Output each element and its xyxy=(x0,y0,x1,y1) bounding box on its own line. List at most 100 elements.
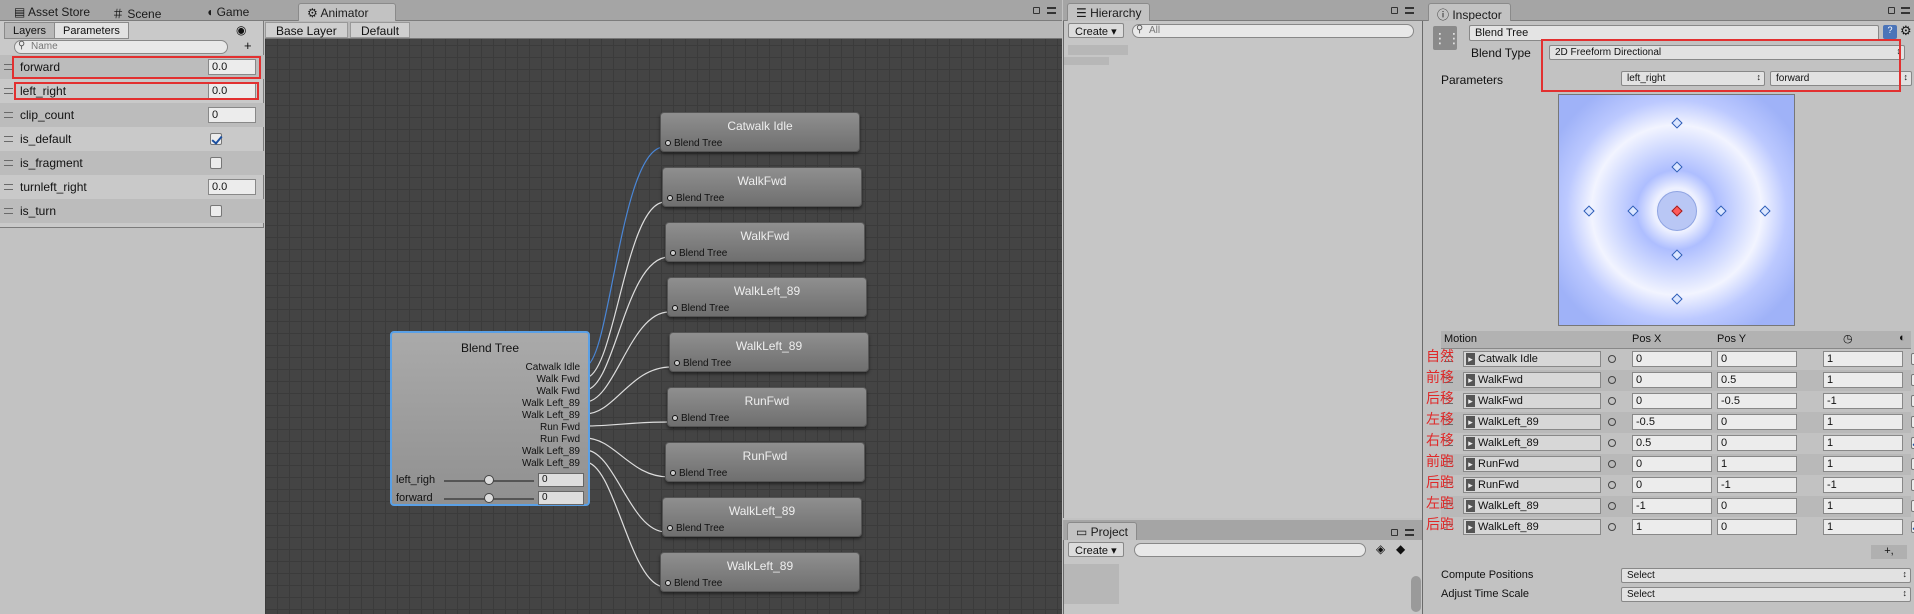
motion-clip-field[interactable]: WalkLeft_89 xyxy=(1463,435,1601,451)
add-remove-motion-buttons[interactable]: +, xyxy=(1871,545,1907,559)
pos-x-field[interactable]: 1 xyxy=(1632,519,1712,535)
pos-x-field[interactable]: 0 xyxy=(1632,372,1712,388)
speed-field[interactable]: 1 xyxy=(1823,519,1903,535)
pos-x-field[interactable]: 0 xyxy=(1632,393,1712,409)
motion-clip-field[interactable]: WalkLeft_89 xyxy=(1463,414,1601,430)
pos-x-field[interactable]: 0.5 xyxy=(1632,435,1712,451)
motion-clip-field[interactable]: WalkLeft_89 xyxy=(1463,498,1601,514)
object-picker-icon[interactable] xyxy=(1608,481,1616,489)
state-node-catwalk-idle[interactable]: Catwalk Idle Blend Tree xyxy=(660,112,860,152)
pos-y-field[interactable]: 1 xyxy=(1717,456,1797,472)
label-icon[interactable]: ◆ xyxy=(1396,542,1405,556)
forward-slider-knob[interactable] xyxy=(484,493,494,503)
forward-value-field[interactable]: 0 xyxy=(538,491,584,505)
object-picker-icon[interactable] xyxy=(1608,523,1616,531)
project-create-button[interactable]: Create ▾ xyxy=(1068,542,1124,557)
node-port[interactable]: Blend Tree xyxy=(667,523,724,534)
pos-y-field[interactable]: 0 xyxy=(1717,414,1797,430)
motion-clip-field[interactable]: WalkFwd xyxy=(1463,393,1601,409)
motion-row[interactable]: WalkLeft_89 -0.5 0 1 xyxy=(1441,412,1914,433)
motion-row[interactable]: WalkFwd 0 0.5 1 xyxy=(1441,370,1914,391)
pos-x-field[interactable]: -1 xyxy=(1632,498,1712,514)
pos-y-field[interactable]: 0 xyxy=(1717,351,1797,367)
motion-point[interactable] xyxy=(1583,205,1595,217)
tab-inspector[interactable]: ⓘ Inspector xyxy=(1428,3,1511,22)
output-port[interactable]: Walk Fwd xyxy=(536,374,580,385)
object-picker-icon[interactable] xyxy=(1608,439,1616,447)
pos-x-field[interactable]: 0 xyxy=(1632,351,1712,367)
project-scrollbar[interactable] xyxy=(1411,576,1421,612)
motion-row[interactable]: RunFwd 0 -1 -1 xyxy=(1441,475,1914,496)
output-port[interactable]: Run Fwd xyxy=(540,434,580,445)
compute-positions-dropdown[interactable]: Select xyxy=(1621,568,1911,583)
pos-x-field[interactable]: 0 xyxy=(1632,477,1712,493)
project-search-input[interactable] xyxy=(1134,543,1366,557)
motion-clip-field[interactable]: WalkFwd xyxy=(1463,372,1601,388)
pos-y-field[interactable]: 0 xyxy=(1717,498,1797,514)
pos-y-field[interactable]: 0.5 xyxy=(1717,372,1797,388)
state-node-runfwd[interactable]: RunFwd Blend Tree xyxy=(665,442,865,482)
blend-space-graph[interactable] xyxy=(1558,94,1795,326)
speed-field[interactable]: 1 xyxy=(1823,351,1903,367)
output-port[interactable]: Walk Left_89 xyxy=(522,398,580,409)
node-port[interactable]: Blend Tree xyxy=(665,578,722,589)
object-picker-icon[interactable] xyxy=(1608,418,1616,426)
motion-clip-field[interactable]: RunFwd xyxy=(1463,456,1601,472)
left-right-value-field[interactable]: 0 xyxy=(538,473,584,487)
motion-point[interactable] xyxy=(1671,249,1683,261)
state-node-walkfwd[interactable]: WalkFwd Blend Tree xyxy=(662,167,862,207)
motion-row[interactable]: WalkLeft_89101 xyxy=(1441,517,1914,538)
project-menu-icon[interactable] xyxy=(1405,529,1414,536)
speed-field[interactable]: 1 xyxy=(1823,498,1903,514)
speed-field[interactable]: 1 xyxy=(1823,435,1903,451)
motion-clip-field[interactable]: Catwalk Idle xyxy=(1463,351,1601,367)
motion-row[interactable]: WalkFwd 0 -0.5 -1 xyxy=(1441,391,1914,412)
adjust-time-scale-dropdown[interactable]: Select xyxy=(1621,587,1911,602)
output-port[interactable]: Walk Fwd xyxy=(536,386,580,397)
pos-y-field[interactable]: 0 xyxy=(1717,519,1797,535)
node-port[interactable]: Blend Tree xyxy=(670,248,727,259)
pos-x-field[interactable]: -0.5 xyxy=(1632,414,1712,430)
motion-row[interactable]: Catwalk Idle 00 1 xyxy=(1441,349,1914,370)
motion-point[interactable] xyxy=(1715,205,1727,217)
blend-tree-node[interactable]: Blend Tree Catwalk Idle Walk Fwd Walk Fw… xyxy=(390,331,590,506)
motion-point[interactable] xyxy=(1671,161,1683,173)
node-port[interactable]: Blend Tree xyxy=(667,193,724,204)
output-port[interactable]: Walk Left_89 xyxy=(522,410,580,421)
output-port[interactable]: Catwalk Idle xyxy=(526,362,580,373)
state-node-runfwd[interactable]: RunFwd Blend Tree xyxy=(667,387,867,427)
pos-y-field[interactable]: -1 xyxy=(1717,477,1797,493)
output-port[interactable]: Run Fwd xyxy=(540,422,580,433)
node-port[interactable]: Blend Tree xyxy=(670,468,727,479)
inspector-menu-icon[interactable] xyxy=(1901,7,1910,14)
state-node-walkleft[interactable]: WalkLeft_89 Blend Tree xyxy=(667,277,867,317)
state-node-walkleft[interactable]: WalkLeft_89 Blend Tree xyxy=(662,497,862,537)
hierarchy-menu-icon[interactable] xyxy=(1405,7,1414,14)
motion-point[interactable] xyxy=(1627,205,1639,217)
node-port[interactable]: Blend Tree xyxy=(674,358,731,369)
motion-row[interactable]: WalkLeft_89 0.5 0 1 xyxy=(1441,433,1914,454)
node-port[interactable]: Blend Tree xyxy=(665,138,722,149)
hierarchy-create-button[interactable]: Create ▾ xyxy=(1068,23,1124,38)
state-node-walkleft[interactable]: WalkLeft_89 Blend Tree xyxy=(669,332,869,372)
output-port[interactable]: Walk Left_89 xyxy=(522,446,580,457)
object-picker-icon[interactable] xyxy=(1608,460,1616,468)
speed-field[interactable]: 1 xyxy=(1823,372,1903,388)
state-node-walkleft[interactable]: WalkLeft_89 Blend Tree xyxy=(660,552,860,592)
node-port[interactable]: Blend Tree xyxy=(672,413,729,424)
speed-field[interactable]: 1 xyxy=(1823,456,1903,472)
object-picker-icon[interactable] xyxy=(1608,376,1616,384)
inspector-lock-icon[interactable] xyxy=(1888,7,1895,14)
tab-project[interactable]: ▭ Project xyxy=(1067,522,1138,540)
tab-hierarchy[interactable]: ☰ Hierarchy xyxy=(1067,3,1151,21)
pos-x-field[interactable]: 0 xyxy=(1632,456,1712,472)
project-lock-icon[interactable] xyxy=(1391,529,1398,536)
motion-clip-field[interactable]: WalkLeft_89 xyxy=(1463,519,1601,535)
motion-clip-field[interactable]: RunFwd xyxy=(1463,477,1601,493)
motion-point[interactable] xyxy=(1671,117,1683,129)
motion-row[interactable]: WalkLeft_89 -1 0 1 xyxy=(1441,496,1914,517)
speed-field[interactable]: -1 xyxy=(1823,477,1903,493)
object-picker-icon[interactable] xyxy=(1608,397,1616,405)
state-node-walkfwd[interactable]: WalkFwd Blend Tree xyxy=(665,222,865,262)
settings-gear-icon[interactable]: ⚙ xyxy=(1900,23,1912,39)
